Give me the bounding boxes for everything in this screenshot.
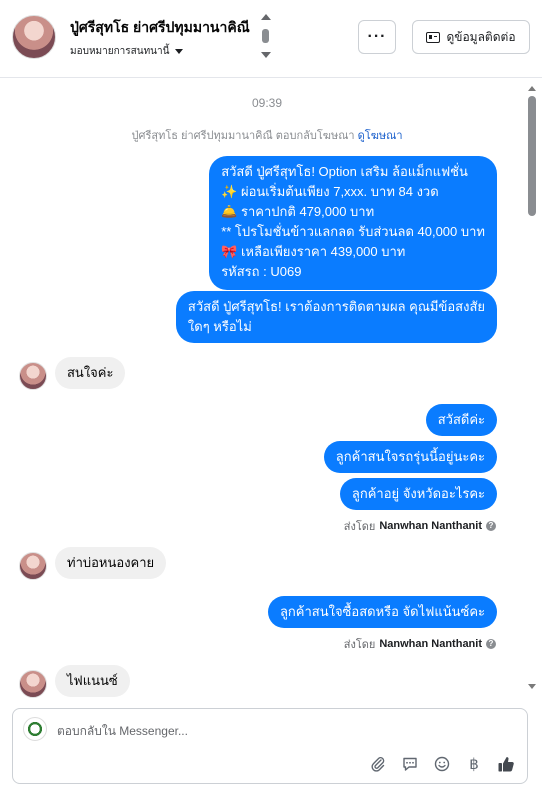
thumbs-up-icon[interactable]	[497, 755, 515, 773]
message-timestamp: 09:39	[251, 96, 283, 110]
view-contact-info-button[interactable]: ดูข้อมูลติดต่อ	[412, 20, 530, 54]
view-contact-info-label: ดูข้อมูลติดต่อ	[446, 29, 516, 44]
composer-toolbar: ฿	[369, 755, 515, 773]
sender-name: Nanwhan Nanthanit	[379, 520, 482, 532]
contact-name[interactable]: ปู่ศรีสุทโธ ย่าศรีปทุมมานาคิณี	[70, 17, 250, 39]
message-line: รหัสรถ : U069	[221, 264, 302, 279]
reply-input[interactable]	[57, 721, 497, 741]
message-line: ✨ ผ่อนเริ่มต้นเพียง 7,xxx. บาท 84 งวด	[221, 184, 439, 199]
view-ad-link[interactable]: ดูโฆษณา	[358, 130, 403, 142]
ad-reply-notice: ปู่ศรีสุทโธ ย่าศรีปทุมมานาคิณี ตอบกลับโฆ…	[0, 126, 534, 144]
help-icon[interactable]: ?	[486, 521, 496, 531]
help-icon[interactable]: ?	[486, 639, 496, 649]
message-text: ลูกค้าสนใจซื้อสดหรือ จัดไฟแน้นซ์คะ	[279, 604, 485, 619]
message-text: ไฟแนนซ์	[67, 673, 118, 688]
sender-name: Nanwhan Nanthanit	[379, 638, 482, 650]
scroll-thumb[interactable]	[262, 29, 269, 43]
sent-by-label: ส่งโดย Nanwhan Nanthanit ?	[344, 635, 496, 653]
page-logo-avatar	[23, 717, 47, 741]
message-line: 🎀 เหลือเพียงราคา 439,000 บาท	[221, 244, 406, 259]
caret-down-icon	[175, 49, 184, 54]
contact-card-icon	[426, 31, 441, 43]
more-icon: ···	[367, 28, 387, 45]
scroll-up-arrow-icon[interactable]	[528, 86, 536, 91]
assign-label: มอบหมายการสนทนานี้	[70, 46, 170, 57]
message-line: ใดๆ หรือไม่	[187, 319, 252, 334]
outgoing-message[interactable]: ลูกค้าสนใจซื้อสดหรือ จัดไฟแน้นซ์คะ	[267, 596, 497, 628]
message-text: สนใจค่ะ	[67, 365, 114, 380]
emoji-icon[interactable]	[433, 755, 451, 773]
contact-avatar[interactable]	[12, 15, 56, 59]
paperclip-icon[interactable]	[369, 755, 387, 773]
message-line: สวัสดี ปู่ศรีสุทโธ! เราต้องการติดตามผล ค…	[187, 299, 485, 314]
reply-composer: ฿	[12, 708, 528, 784]
incoming-message[interactable]: ไฟแนนซ์	[55, 665, 130, 697]
outgoing-message[interactable]: สวัสดี ปู่ศรีสุทโธ! Option เสริม ล้อแม็ก…	[209, 156, 497, 290]
incoming-message[interactable]: ท่าบ่อหนองคาย	[55, 547, 167, 579]
message-text: ท่าบ่อหนองคาย	[67, 555, 155, 570]
baht-icon[interactable]: ฿	[465, 755, 483, 773]
message-text: สวัสดีค่ะ	[437, 412, 485, 427]
name-scroll-control[interactable]	[260, 14, 272, 60]
conversation-scrollbar[interactable]	[526, 86, 538, 698]
message-line: ** โปรโมชั่นข้าวแลกลด รับส่วนลด 40,000 บ…	[221, 224, 485, 239]
outgoing-message[interactable]: ลูกค้าสนใจรถรุ่นนี้อยู่นะคะ	[323, 441, 497, 473]
contact-avatar-small	[19, 362, 47, 390]
scroll-up-icon[interactable]	[261, 14, 271, 20]
message-line: 🛎️ ราคาปกติ 479,000 บาท	[221, 204, 375, 219]
message-line: สวัสดี ปู่ศรีสุทโธ! Option เสริม ล้อแม็ก…	[221, 164, 468, 179]
sent-by-prefix: ส่งโดย	[343, 521, 376, 533]
assign-conversation-dropdown[interactable]: มอบหมายการสนทนานี้	[70, 44, 184, 59]
sent-by-prefix: ส่งโดย	[343, 639, 376, 651]
message-text: ลูกค้าสนใจรถรุ่นนี้อยู่นะคะ	[335, 449, 485, 464]
saved-replies-icon[interactable]	[401, 755, 419, 773]
contact-avatar-small	[19, 670, 47, 698]
scrollbar-thumb[interactable]	[528, 96, 536, 216]
conversation-header: ปู่ศรีสุทโธ ย่าศรีปทุมมานาคิณี มอบหมายกา…	[0, 0, 542, 78]
contact-avatar-small	[19, 552, 47, 580]
message-text: ลูกค้าอยู่ จังหวัดอะไรคะ	[351, 486, 485, 501]
scroll-down-icon[interactable]	[261, 52, 271, 58]
outgoing-message[interactable]: ลูกค้าอยู่ จังหวัดอะไรคะ	[339, 478, 497, 510]
incoming-message[interactable]: สนใจค่ะ	[55, 357, 126, 389]
sent-by-label: ส่งโดย Nanwhan Nanthanit ?	[344, 517, 496, 535]
ad-reply-text: ปู่ศรีสุทโธ ย่าศรีปทุมมานาคิณี ตอบกลับโฆ…	[131, 130, 355, 142]
outgoing-message[interactable]: สวัสดีค่ะ	[425, 404, 497, 436]
more-options-button[interactable]: ···	[358, 20, 396, 54]
outgoing-message[interactable]: สวัสดี ปู่ศรีสุทโธ! เราต้องการติดตามผล ค…	[175, 291, 497, 343]
scroll-down-arrow-icon[interactable]	[528, 684, 536, 689]
